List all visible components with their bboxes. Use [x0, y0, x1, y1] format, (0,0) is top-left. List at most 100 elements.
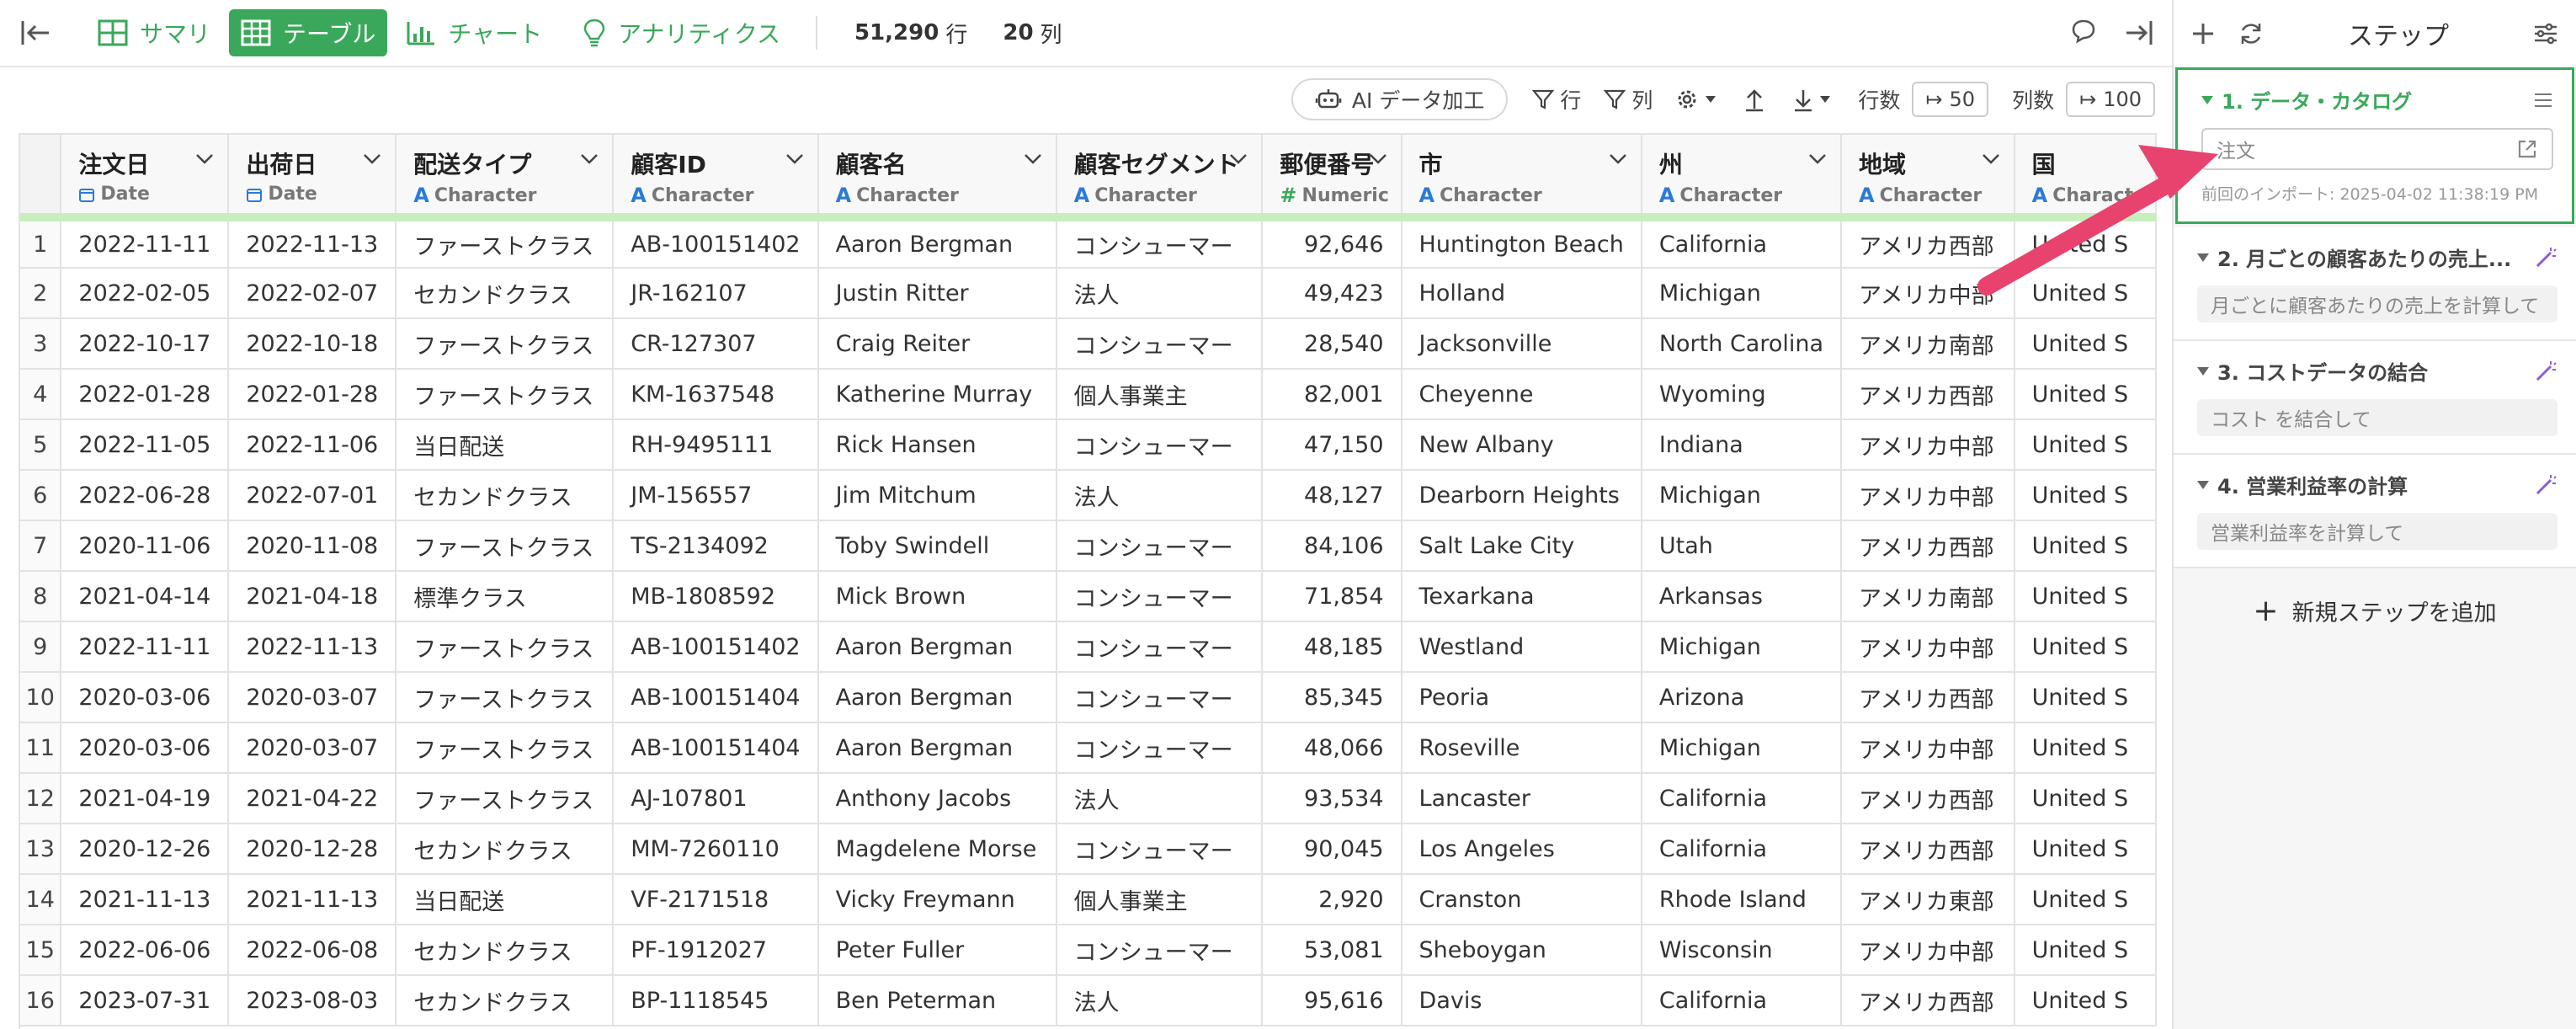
- row-filter-button[interactable]: 行: [1531, 84, 1581, 115]
- column-filter-button[interactable]: 列: [1603, 84, 1653, 115]
- table-cell[interactable]: 2021-04-14: [61, 571, 230, 622]
- table-cell[interactable]: 2022-10-18: [228, 318, 397, 370]
- table-cell[interactable]: アメリカ西部: [1841, 369, 2015, 420]
- table-cell[interactable]: コンシューマー: [1056, 824, 1264, 875]
- table-cell[interactable]: TS-2134092: [613, 520, 819, 572]
- external-link-icon[interactable]: [2516, 138, 2538, 160]
- table-cell[interactable]: 49,423: [1262, 268, 1402, 319]
- tab-chart[interactable]: チャート: [394, 9, 554, 56]
- table-cell[interactable]: Los Angeles: [1401, 824, 1642, 875]
- download-dropdown[interactable]: [1792, 87, 1836, 112]
- table-cell[interactable]: United S: [2014, 470, 2157, 521]
- column-header[interactable]: 出荷日 Date: [228, 135, 397, 221]
- table-cell[interactable]: Roseville: [1401, 722, 1642, 774]
- table-cell[interactable]: Cranston: [1401, 874, 1642, 925]
- table-cell[interactable]: Vicky Freymann: [817, 874, 1057, 925]
- table-cell[interactable]: 個人事業主: [1056, 369, 1264, 420]
- table-cell[interactable]: Jim Mitchum: [817, 470, 1057, 521]
- table-cell[interactable]: California: [1641, 773, 1843, 824]
- table-cell[interactable]: アメリカ中部: [1841, 621, 2015, 673]
- table-row[interactable]: 15 2022-06-06 2022-06-08 セカンドクラス PF-1912027 P…: [20, 925, 2157, 976]
- table-cell[interactable]: コンシューマー: [1056, 722, 1264, 774]
- step-1-source[interactable]: 注文: [2201, 128, 2553, 170]
- table-cell[interactable]: 48,066: [1262, 722, 1402, 774]
- table-cell[interactable]: United S: [2014, 318, 2157, 370]
- collapse-triangle-icon[interactable]: [2197, 253, 2209, 262]
- column-header[interactable]: 顧客ID A Character: [613, 135, 819, 221]
- table-cell[interactable]: Peter Fuller: [817, 925, 1057, 976]
- table-cell[interactable]: 85,345: [1262, 672, 1402, 723]
- table-cell[interactable]: 2020-11-08: [228, 520, 397, 572]
- table-cell[interactable]: Aaron Bergman: [817, 672, 1057, 723]
- chevron-down-icon[interactable]: [1982, 153, 2000, 165]
- table-cell[interactable]: Rick Hansen: [817, 419, 1057, 471]
- settings-dropdown[interactable]: [1674, 87, 1722, 112]
- table-cell[interactable]: 2022-11-06: [228, 419, 397, 471]
- step-4-body[interactable]: 営業利益率を計算して: [2197, 513, 2557, 550]
- table-row[interactable]: 7 2020-11-06 2020-11-08 ファーストクラス TS-2134092 T…: [20, 520, 2157, 572]
- table-cell[interactable]: 53,081: [1262, 925, 1402, 976]
- table-cell[interactable]: United S: [2014, 722, 2157, 774]
- chevron-down-icon[interactable]: [363, 153, 381, 165]
- chevron-down-icon[interactable]: [1024, 153, 1042, 165]
- table-cell[interactable]: 当日配送: [396, 419, 615, 471]
- table-cell[interactable]: 法人: [1056, 470, 1264, 521]
- table-cell[interactable]: Texarkana: [1401, 571, 1642, 622]
- column-header[interactable]: 州 A Character: [1641, 135, 1843, 221]
- table-cell[interactable]: KM-1637548: [613, 369, 819, 420]
- chevron-down-icon[interactable]: [785, 153, 804, 165]
- table-row[interactable]: 3 2022-10-17 2022-10-18 ファーストクラス CR-127307 Cr…: [20, 318, 2157, 370]
- table-cell[interactable]: Magdelene Morse: [817, 824, 1057, 875]
- table-cell[interactable]: 2020-03-07: [228, 672, 397, 723]
- table-cell[interactable]: Salt Lake City: [1401, 520, 1642, 572]
- table-cell[interactable]: United S: [2014, 672, 2157, 723]
- menu-icon[interactable]: [2533, 92, 2553, 109]
- table-cell[interactable]: PF-1912027: [613, 925, 819, 976]
- table-cell[interactable]: セカンドクラス: [396, 975, 615, 1026]
- table-cell[interactable]: New Albany: [1401, 419, 1642, 471]
- table-row[interactable]: 10 2020-03-06 2020-03-07 ファーストクラス AB-1001514…: [20, 672, 2157, 723]
- table-cell[interactable]: アメリカ中部: [1841, 419, 2015, 471]
- table-row[interactable]: 8 2021-04-14 2021-04-18 標準クラス MB-1808592 Mick…: [20, 571, 2157, 622]
- table-cell[interactable]: United S: [2014, 217, 2157, 269]
- table-cell[interactable]: Westland: [1401, 621, 1642, 673]
- table-cell[interactable]: United S: [2014, 268, 2157, 319]
- table-cell[interactable]: Aaron Bergman: [817, 621, 1057, 673]
- table-cell[interactable]: Michigan: [1641, 621, 1843, 673]
- table-row[interactable]: 6 2022-06-28 2022-07-01 セカンドクラス JM-156557 Jim…: [20, 470, 2157, 521]
- table-cell[interactable]: 2020-03-07: [228, 722, 397, 774]
- table-cell[interactable]: Peoria: [1401, 672, 1642, 723]
- table-cell[interactable]: アメリカ西部: [1841, 217, 2015, 269]
- table-cell[interactable]: 2022-11-13: [228, 621, 397, 673]
- table-cell[interactable]: 71,854: [1262, 571, 1402, 622]
- table-cell[interactable]: 2022-06-06: [61, 925, 230, 976]
- table-cell[interactable]: 2022-01-28: [61, 369, 230, 420]
- table-cell[interactable]: コンシューマー: [1056, 520, 1264, 572]
- table-cell[interactable]: Lancaster: [1401, 773, 1642, 824]
- table-cell[interactable]: Ben Peterman: [817, 975, 1057, 1026]
- table-cell[interactable]: California: [1641, 217, 1843, 269]
- table-cell[interactable]: アメリカ西部: [1841, 672, 2015, 723]
- table-cell[interactable]: Dearborn Heights: [1401, 470, 1642, 521]
- ai-data-wrangling-button[interactable]: AI データ加工: [1291, 78, 1509, 120]
- column-header[interactable]: 顧客名 A Character: [817, 135, 1057, 221]
- table-cell[interactable]: Michigan: [1641, 470, 1843, 521]
- table-cell[interactable]: Aaron Bergman: [817, 217, 1057, 269]
- table-cell[interactable]: JM-156557: [613, 470, 819, 521]
- table-cell[interactable]: 47,150: [1262, 419, 1402, 471]
- table-row[interactable]: 1 2022-11-11 2022-11-13 ファーストクラス AB-10015140…: [20, 217, 2157, 269]
- table-cell[interactable]: Arkansas: [1641, 571, 1843, 622]
- column-header[interactable]: 注文日 Date: [61, 135, 230, 221]
- collapse-triangle-icon[interactable]: [2197, 480, 2209, 489]
- table-cell[interactable]: Davis: [1401, 975, 1642, 1026]
- sliders-icon[interactable]: [2532, 21, 2559, 46]
- step-4[interactable]: 4. 営業利益率の計算 営業利益率を計算して: [2174, 455, 2576, 568]
- table-cell[interactable]: Utah: [1641, 520, 1843, 572]
- table-cell[interactable]: AB-100151402: [613, 621, 819, 673]
- table-cell[interactable]: 2022-11-13: [228, 217, 397, 269]
- refresh-icon[interactable]: [2238, 20, 2265, 47]
- upload-button[interactable]: [1743, 87, 1770, 112]
- table-cell[interactable]: Toby Swindell: [817, 520, 1057, 572]
- table-row[interactable]: 11 2020-03-06 2020-03-07 ファーストクラス AB-1001514…: [20, 722, 2157, 774]
- table-cell[interactable]: CR-127307: [613, 318, 819, 370]
